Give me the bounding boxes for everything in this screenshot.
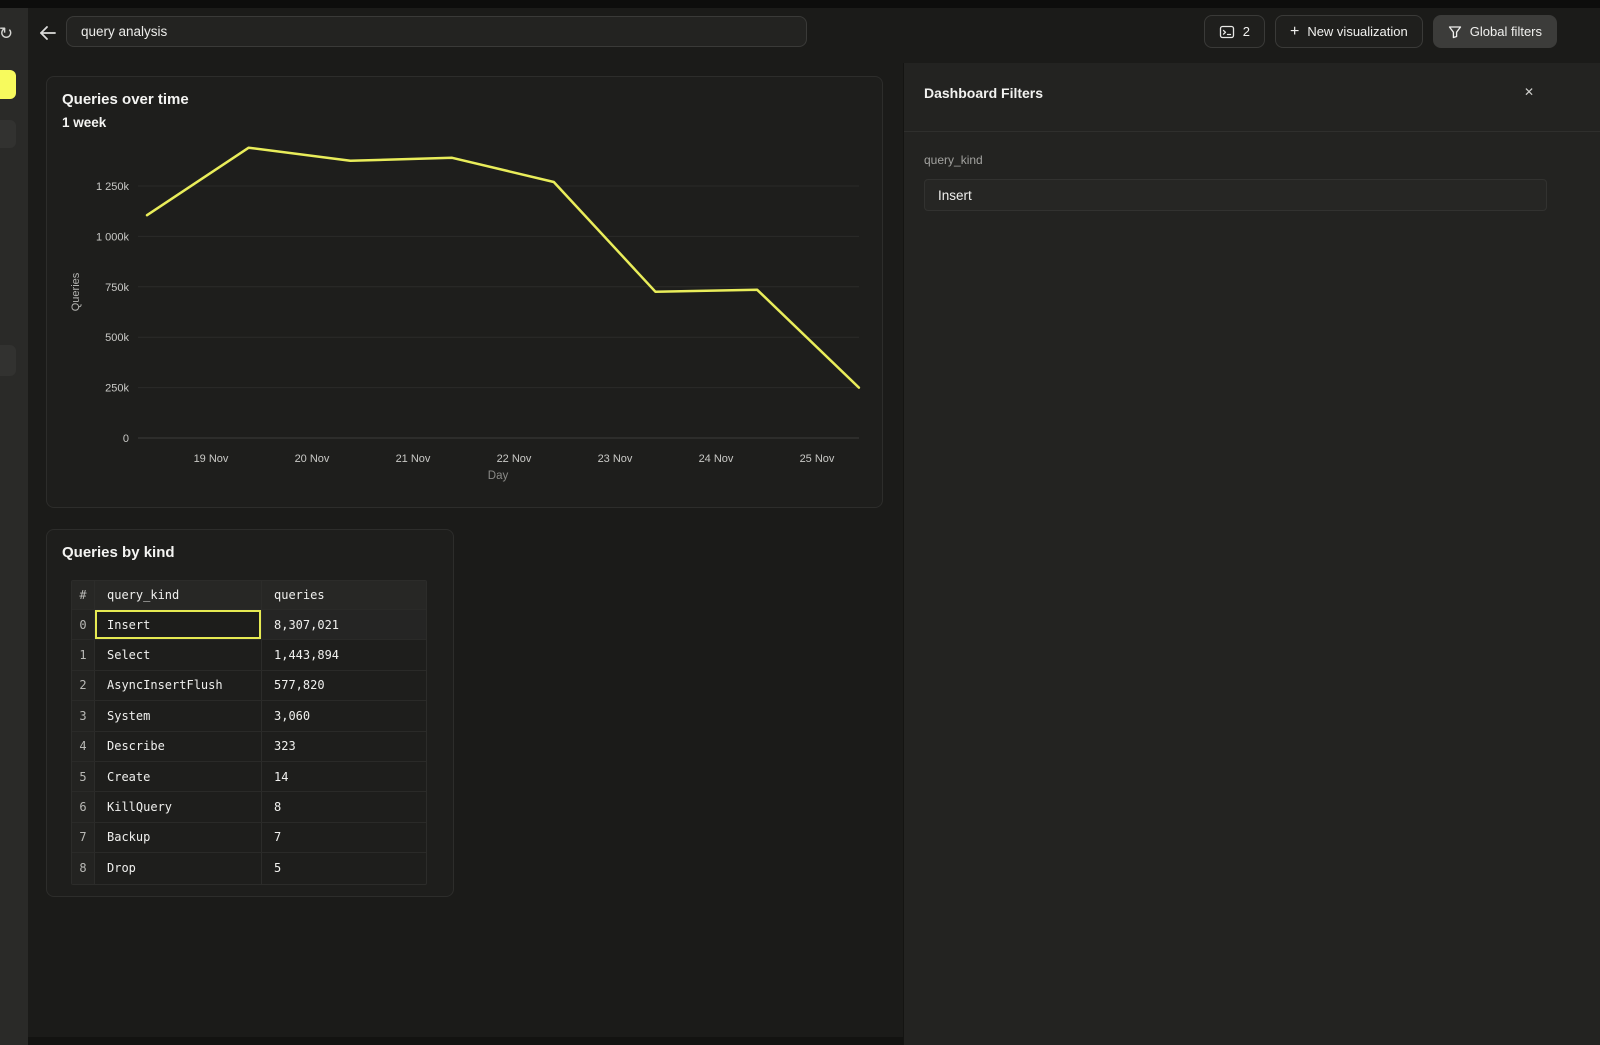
sidebar-item-2[interactable] xyxy=(0,120,16,148)
row-index-cell: 5 xyxy=(72,762,95,791)
row-index-cell: 8 xyxy=(72,853,95,883)
column-header-query_kind[interactable]: query_kind xyxy=(95,581,262,609)
queries-cell[interactable]: 7 xyxy=(262,823,426,852)
table-row: 6KillQuery8 xyxy=(72,792,426,822)
y-tick-label: 250k xyxy=(105,383,129,395)
sidebar-item-3[interactable] xyxy=(0,345,16,376)
canvas-bottom-edge xyxy=(28,1037,903,1045)
queries-cell[interactable]: 577,820 xyxy=(262,671,426,700)
query-kind-cell[interactable]: Select xyxy=(95,640,262,669)
query-kind-cell[interactable]: Backup xyxy=(95,823,262,852)
table-header-row: #query_kindqueries xyxy=(72,581,426,610)
window-top-edge xyxy=(0,0,1600,8)
row-index-cell: 2 xyxy=(72,671,95,700)
row-index-cell: 4 xyxy=(72,732,95,761)
queries-cell[interactable]: 8,307,021 xyxy=(262,610,426,639)
query-kind-filter-input[interactable] xyxy=(924,179,1547,211)
sidebar-item-active-dashboard[interactable] xyxy=(0,70,16,99)
new-visualization-button[interactable]: + New visualization xyxy=(1275,15,1423,48)
sql-console-icon xyxy=(1219,24,1235,40)
filters-panel-title: Dashboard Filters xyxy=(924,85,1043,101)
plus-icon: + xyxy=(1290,23,1299,41)
x-tick-label: 24 Nov xyxy=(699,453,734,465)
query-kind-cell[interactable]: System xyxy=(95,701,262,730)
column-header-queries[interactable]: queries xyxy=(262,581,426,609)
dashboard-title-input[interactable] xyxy=(66,16,807,47)
queries-by-kind-table: #query_kindqueries0Insert8,307,0211Selec… xyxy=(71,580,427,885)
console-count-badge: 2 xyxy=(1243,24,1250,39)
x-axis-title: Day xyxy=(488,470,509,482)
query-kind-cell[interactable]: Describe xyxy=(95,732,262,761)
x-tick-label: 19 Nov xyxy=(194,453,229,465)
queries-by-kind-card: Queries by kind #query_kindqueries0Inser… xyxy=(46,529,454,897)
y-tick-label: 1 250k xyxy=(96,181,130,193)
refresh-icon[interactable]: ↻ xyxy=(0,22,18,46)
filter-field-label: query_kind xyxy=(924,153,983,167)
table-row: 5Create14 xyxy=(72,762,426,792)
close-icon[interactable]: ✕ xyxy=(1520,83,1538,101)
row-index-cell: 3 xyxy=(72,701,95,730)
table-row: 7Backup7 xyxy=(72,823,426,853)
table-title: Queries by kind xyxy=(62,544,175,561)
x-tick-label: 21 Nov xyxy=(396,453,431,465)
table-row: 8Drop5 xyxy=(72,853,426,883)
row-index-cell: 7 xyxy=(72,823,95,852)
queries-cell[interactable]: 8 xyxy=(262,792,426,821)
queries-cell[interactable]: 5 xyxy=(262,853,426,883)
x-tick-label: 23 Nov xyxy=(598,453,633,465)
query-kind-cell[interactable]: Drop xyxy=(95,853,262,883)
x-tick-label: 20 Nov xyxy=(295,453,330,465)
funnel-icon xyxy=(1448,25,1462,39)
queries-cell[interactable]: 1,443,894 xyxy=(262,640,426,669)
dashboard-filters-panel: Dashboard Filters ✕ query_kind xyxy=(903,63,1600,1045)
y-tick-label: 750k xyxy=(105,282,129,294)
query-kind-cell[interactable]: Insert xyxy=(95,610,262,639)
sql-console-button[interactable]: 2 xyxy=(1204,15,1265,48)
arrow-left-icon xyxy=(36,32,60,49)
query-kind-cell[interactable]: Create xyxy=(95,762,262,791)
x-tick-label: 25 Nov xyxy=(800,453,835,465)
y-tick-label: 1 000k xyxy=(96,231,130,243)
y-tick-label: 0 xyxy=(123,433,129,445)
queries-series-line xyxy=(147,148,859,388)
queries-over-time-line-chart: 0 250k 500k 750k 1 000k 1 250k 19 Nov 20 Nov 21 … xyxy=(47,77,884,509)
global-filters-label: Global filters xyxy=(1470,24,1542,39)
global-filters-button[interactable]: Global filters xyxy=(1433,15,1557,48)
row-index-cell: 0 xyxy=(72,610,95,639)
table-row: 2AsyncInsertFlush577,820 xyxy=(72,671,426,701)
query-kind-cell[interactable]: KillQuery xyxy=(95,792,262,821)
queries-over-time-card: Queries over time 1 week 0250k500k750k1 … xyxy=(46,76,883,508)
topbar-actions: 2 + New visualization Global filters xyxy=(1204,15,1557,48)
x-tick-label: 22 Nov xyxy=(497,453,532,465)
table-row: 3System3,060 xyxy=(72,701,426,731)
column-header-index[interactable]: # xyxy=(72,581,95,609)
back-button[interactable] xyxy=(36,21,60,45)
row-index-cell: 1 xyxy=(72,640,95,669)
row-index-cell: 6 xyxy=(72,792,95,821)
queries-cell[interactable]: 14 xyxy=(262,762,426,791)
y-axis-title: Queries xyxy=(70,272,82,311)
table-row: 1Select1,443,894 xyxy=(72,640,426,670)
queries-cell[interactable]: 3,060 xyxy=(262,701,426,730)
query-kind-cell[interactable]: AsyncInsertFlush xyxy=(95,671,262,700)
y-tick-label: 500k xyxy=(105,332,129,344)
table-row: 4Describe323 xyxy=(72,732,426,762)
table-row: 0Insert8,307,021 xyxy=(72,610,426,640)
left-sidebar-rail: ↻ xyxy=(0,8,28,1045)
panel-divider xyxy=(904,131,1600,132)
queries-cell[interactable]: 323 xyxy=(262,732,426,761)
new-visualization-label: New visualization xyxy=(1307,24,1407,39)
